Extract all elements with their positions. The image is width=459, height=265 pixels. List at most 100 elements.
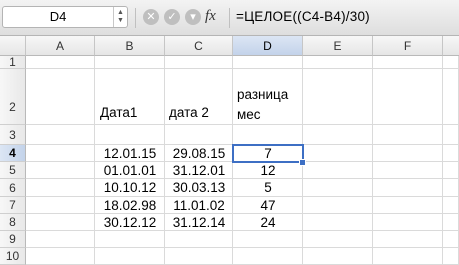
select-all-corner[interactable] [0,36,26,56]
grid-cell[interactable] [26,145,95,162]
cell-b8[interactable]: 30.12.12 [95,214,165,231]
cell-d2[interactable]: разница мес [233,69,303,125]
divider [135,8,136,28]
header-date2: дата 2 [169,105,209,120]
grid-cell[interactable] [443,125,459,145]
grid-cell[interactable] [443,248,459,265]
grid-cell[interactable] [165,231,233,248]
fill-handle[interactable] [299,159,306,166]
grid-cell[interactable] [95,248,165,265]
grid-cell[interactable] [373,231,443,248]
grid-cell[interactable] [373,56,443,69]
grid-cell[interactable] [373,162,443,179]
cell-c4[interactable]: 29.08.15 [165,145,233,162]
grid-cell[interactable] [233,56,303,69]
column-header-c[interactable]: C [165,36,233,56]
grid-cell[interactable] [233,231,303,248]
grid-cell[interactable] [443,197,459,214]
column-header-d[interactable]: D [233,36,303,56]
cell-c6[interactable]: 30.03.13 [165,179,233,197]
grid-cell[interactable] [303,56,373,69]
grid-cell[interactable] [303,69,373,125]
column-header-e[interactable]: E [303,36,373,56]
cell-b7[interactable]: 18.02.98 [95,197,165,214]
grid-cell[interactable] [26,197,95,214]
cell-b4[interactable]: 12.01.15 [95,145,165,162]
grid-cell[interactable] [443,56,459,69]
grid-cell[interactable] [303,231,373,248]
formula-input[interactable]: =ЦЕЛОЕ((C4-B4)/30) [236,9,370,24]
row-header-7[interactable]: 7 [0,197,26,214]
grid-cell[interactable] [26,179,95,197]
cell-c8[interactable]: 31.12.14 [165,214,233,231]
row-header-1[interactable]: 1 [0,56,26,69]
grid-cell[interactable] [165,125,233,145]
cell-b6[interactable]: 10.10.12 [95,179,165,197]
row-header-4[interactable]: 4 [0,145,26,162]
grid-cell[interactable] [303,248,373,265]
cell-d7[interactable]: 47 [233,197,303,214]
grid-cell[interactable] [443,214,459,231]
cell-b5[interactable]: 01.01.01 [95,162,165,179]
row-header-8[interactable]: 8 [0,214,26,231]
grid-cell[interactable] [26,69,95,125]
grid-cell[interactable] [26,56,95,69]
cell-d6[interactable]: 5 [233,179,303,197]
fx-icon[interactable]: fx [205,8,216,25]
grid-cell[interactable] [373,125,443,145]
grid-cell[interactable] [443,69,459,125]
grid-cell[interactable] [303,125,373,145]
grid-cell[interactable] [26,231,95,248]
grid-cell[interactable] [443,162,459,179]
cell-d5[interactable]: 12 [233,162,303,179]
row-header-5[interactable]: 5 [0,162,26,179]
grid-cell[interactable] [303,179,373,197]
grid-cell[interactable] [233,248,303,265]
name-box-value: D4 [49,9,67,24]
grid-cell[interactable] [373,69,443,125]
cancel-icon[interactable]: ✕ [143,9,159,25]
cell-d8[interactable]: 24 [233,214,303,231]
column-header-a[interactable]: A [26,36,95,56]
header-diff-line2: мес [237,107,261,122]
grid-cell[interactable] [95,125,165,145]
grid-cell[interactable] [95,56,165,69]
column-header-f[interactable]: F [373,36,443,56]
chevron-updown-icon[interactable]: ▲ ▼ [113,7,127,27]
row-header-9[interactable]: 9 [0,231,26,248]
grid-cell[interactable] [303,162,373,179]
grid-cell[interactable] [443,179,459,197]
grid-cell[interactable] [303,197,373,214]
grid-cell[interactable] [443,231,459,248]
grid-cell[interactable] [373,145,443,162]
cell-b2[interactable]: Дата1 [95,69,165,125]
row-header-10[interactable]: 10 [0,248,26,265]
cell-c7[interactable]: 11.01.02 [165,197,233,214]
grid-cell[interactable] [26,248,95,265]
grid-cell[interactable] [373,197,443,214]
grid-cell[interactable] [373,248,443,265]
row-header-2[interactable]: 2 [0,69,26,125]
grid-cell[interactable] [233,125,303,145]
dropdown-icon[interactable]: ▾ [185,9,201,25]
cell-c2[interactable]: дата 2 [165,69,233,125]
header-date1: Дата1 [100,105,138,120]
row-header-3[interactable]: 3 [0,125,26,145]
column-header-g[interactable] [443,36,459,56]
grid-cell[interactable] [303,214,373,231]
grid-cell[interactable] [165,248,233,265]
grid-cell[interactable] [373,179,443,197]
confirm-icon[interactable]: ✓ [164,9,180,25]
grid-cell[interactable] [165,56,233,69]
grid-cell[interactable] [303,145,373,162]
name-box[interactable]: D4 ▲ ▼ [2,6,128,28]
row-header-6[interactable]: 6 [0,179,26,197]
grid-cell[interactable] [26,162,95,179]
grid-cell[interactable] [26,214,95,231]
grid-cell[interactable] [443,145,459,162]
cell-c5[interactable]: 31.12.01 [165,162,233,179]
grid-cell[interactable] [95,231,165,248]
column-header-b[interactable]: B [95,36,165,56]
grid-cell[interactable] [373,214,443,231]
grid-cell[interactable] [26,125,95,145]
